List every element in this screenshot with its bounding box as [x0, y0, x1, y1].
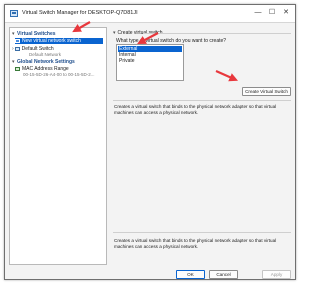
tree-header-virtual-switches[interactable]: ▾ Virtual Switches — [12, 31, 105, 37]
tree-header-global-settings[interactable]: ▾ Global Network Settings — [12, 59, 105, 65]
maximize-icon[interactable]: ☐ — [265, 7, 279, 19]
titlebar: Virtual Switch Manager for DESKTOP-Q7D81… — [5, 5, 295, 23]
app-icon — [10, 10, 18, 17]
switch-type-description: Creates a virtual switch that binds to t… — [114, 104, 277, 115]
divider — [113, 232, 291, 233]
mac-range-value: 00-15-5D-26-A4-00 to 00-15-5D-2... — [23, 72, 95, 77]
tree-header-label: Global Network Settings — [17, 59, 75, 65]
default-network-sublabel: Default Network — [29, 52, 62, 57]
tree-item-new-virtual-switch[interactable]: New virtual network switch — [15, 38, 103, 44]
globe-icon — [15, 66, 20, 71]
divider — [113, 100, 291, 101]
tree-header-label: Virtual Switches — [17, 31, 56, 37]
window-title: Virtual Switch Manager for DESKTOP-Q7D81… — [22, 10, 138, 16]
switch-icon — [15, 38, 20, 43]
switch-type-description-footer: Creates a virtual switch that binds to t… — [114, 238, 277, 249]
switch-type-listbox[interactable]: External Internal Private — [116, 44, 184, 81]
list-option-private[interactable]: Private — [118, 58, 182, 64]
create-virtual-switch-button[interactable]: Create Virtual Switch — [242, 87, 291, 96]
expand-caret-icon[interactable]: ▾ — [113, 30, 116, 36]
tree-item-label: New virtual network switch — [22, 38, 81, 44]
virtual-switch-manager-window: Virtual Switch Manager for DESKTOP-Q7D81… — [4, 4, 296, 280]
close-icon[interactable]: ✕ — [279, 7, 293, 19]
switch-icon — [14, 46, 20, 51]
section-divider — [143, 33, 291, 34]
navigation-tree: ▾ Virtual Switches New virtual network sw… — [9, 27, 107, 265]
expand-caret-icon[interactable]: › — [12, 46, 14, 52]
cancel-button[interactable]: Cancel — [209, 270, 238, 279]
minimize-icon[interactable]: — — [251, 7, 265, 19]
apply-button: Apply — [262, 270, 291, 279]
ok-button[interactable]: OK — [176, 270, 205, 279]
create-virtual-switch-panel: ▾ Create virtual switch What type of virt… — [111, 27, 293, 265]
